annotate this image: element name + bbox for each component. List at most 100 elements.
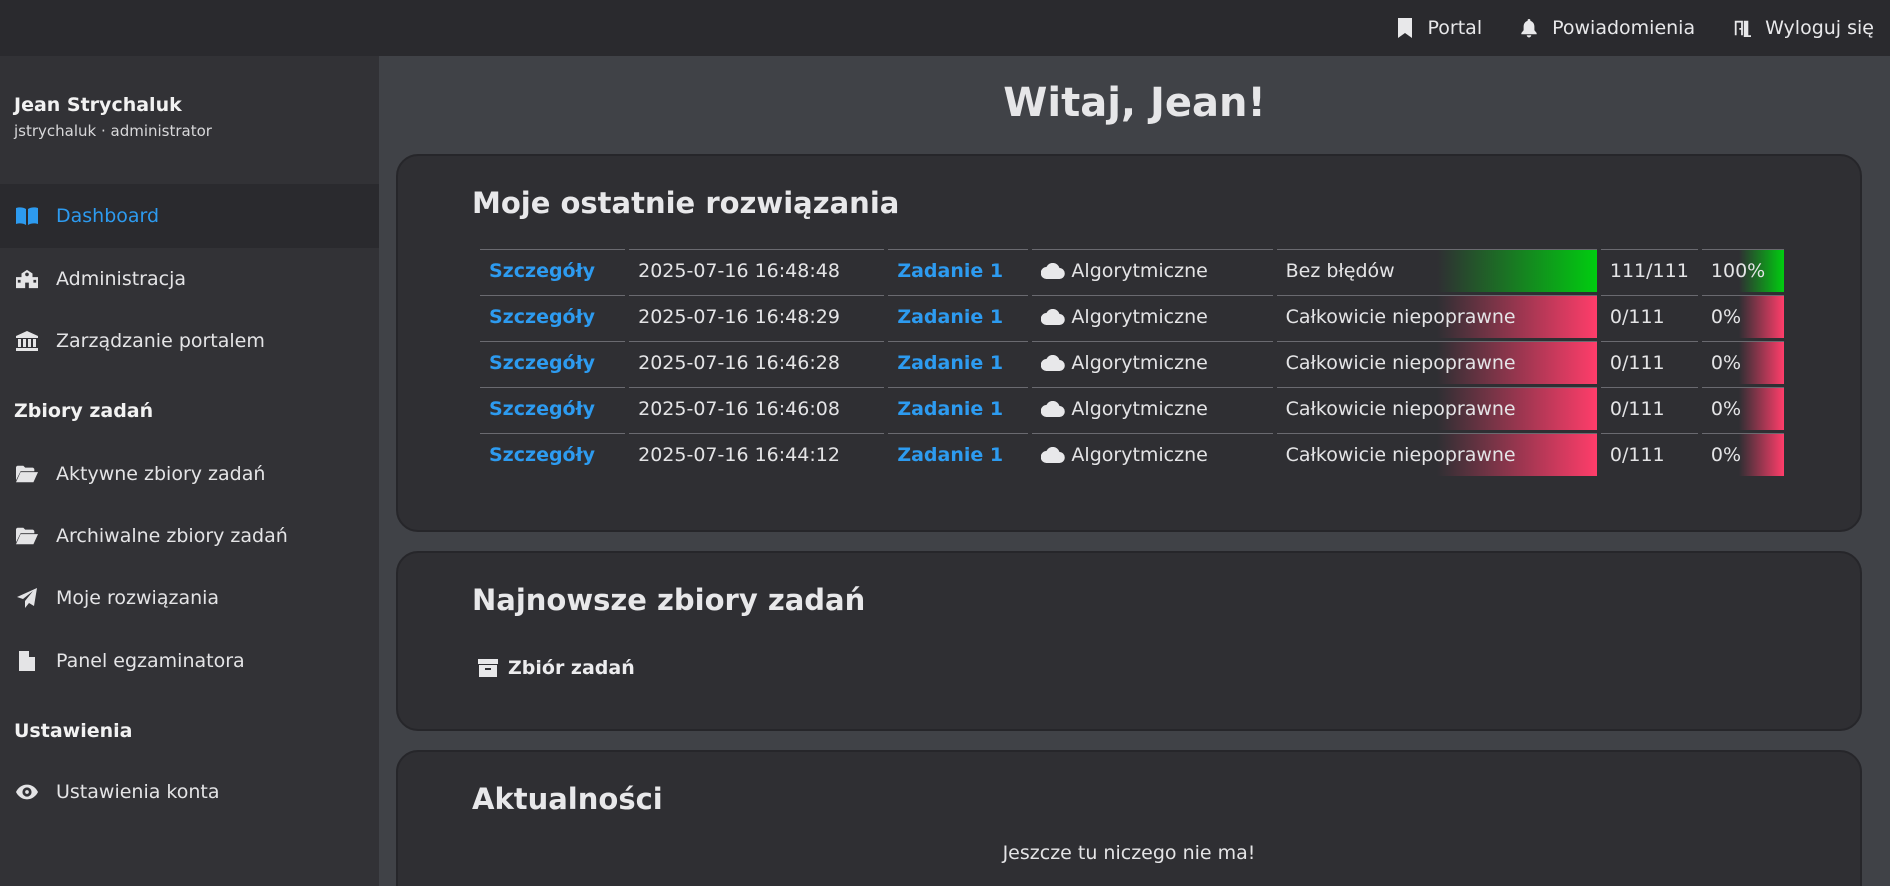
task-type: Algorytmiczne [1032, 433, 1273, 476]
task-link-text: Zadanie 1 [897, 306, 1004, 328]
recent-solutions-title: Moje ostatnie rozwiązania [472, 186, 900, 220]
sidebar-item-ustawienia-konta[interactable]: Ustawienia konta [0, 760, 379, 824]
solution-date-text: 2025-07-16 16:48:29 [638, 306, 840, 328]
logout-link[interactable]: Wyloguj się [1733, 17, 1874, 39]
task-type: Algorytmiczne [1032, 341, 1273, 384]
task-link[interactable]: Zadanie 1 [888, 249, 1029, 292]
result-status-text: Całkowicie niepoprawne [1285, 398, 1516, 420]
task-link[interactable]: Zadanie 1 [888, 387, 1029, 430]
sidebar-item-label: Archiwalne zbiory zadań [56, 525, 288, 547]
solution-date-text: 2025-07-16 16:46:08 [638, 398, 840, 420]
book-open-icon [14, 205, 40, 227]
percent-text: 0% [1710, 398, 1742, 420]
task-type: Algorytmiczne [1032, 387, 1273, 430]
solution-row: Szczegóły 2025-07-16 16:46:28 Zadanie 1 Alg… [480, 341, 1784, 384]
task-link-text: Zadanie 1 [897, 398, 1004, 420]
sidebar-item-archiwalne-zbiory[interactable]: Archiwalne zbiory zadań [0, 504, 379, 568]
task-type-text: Algorytmiczne [1071, 398, 1208, 420]
percent-text: 0% [1710, 444, 1742, 466]
percent: 0% [1701, 341, 1784, 384]
file-icon [14, 650, 40, 672]
top-navbar: Portal Powiadomienia Wyloguj się [0, 0, 1890, 56]
sidebar-item-label: Ustawienia konta [56, 781, 220, 803]
solution-row: Szczegóły 2025-07-16 16:48:48 Zadanie 1 Alg… [480, 249, 1784, 292]
page-title: Witaj, Jean! [1003, 80, 1266, 126]
details-link-text: Szczegóły [489, 260, 596, 282]
details-link-text: Szczegóły [489, 306, 596, 328]
solution-date: 2025-07-16 16:48:48 [629, 249, 885, 292]
percent: 0% [1701, 433, 1784, 476]
newest-sets-title: Najnowsze zbiory zadań [472, 583, 866, 617]
task-link[interactable]: Zadanie 1 [888, 433, 1029, 476]
score-text: 0/111 [1609, 306, 1665, 328]
solution-date-text: 2025-07-16 16:46:28 [638, 352, 840, 374]
sidebar-item-label: Zarządzanie portalem [56, 330, 265, 352]
task-link-text: Zadanie 1 [897, 260, 1004, 282]
recent-solutions-card: Moje ostatnie rozwiązania Szczegóły 2025-… [396, 154, 1862, 532]
news-card: Aktualności Jeszcze tu niczego nie ma! [396, 750, 1862, 886]
school-icon [14, 268, 40, 290]
score-text: 0/111 [1609, 352, 1665, 374]
sidebar-section-heading: Ustawienia [14, 720, 133, 742]
score-text: 0/111 [1609, 444, 1665, 466]
percent-text: 0% [1710, 352, 1742, 374]
details-link-text: Szczegóły [489, 352, 596, 374]
task-type-text: Algorytmiczne [1071, 352, 1208, 374]
score-text: 111/111 [1609, 260, 1689, 282]
details-link[interactable]: Szczegóły [480, 295, 626, 338]
solution-date: 2025-07-16 16:46:28 [629, 341, 885, 384]
details-link[interactable]: Szczegóły [480, 387, 626, 430]
score: 0/111 [1600, 387, 1698, 430]
task-link[interactable]: Zadanie 1 [888, 295, 1029, 338]
result-status-text: Całkowicie niepoprawne [1285, 352, 1516, 374]
solution-date-text: 2025-07-16 16:44:12 [638, 444, 840, 466]
sidebar-item-label: Administracja [56, 268, 187, 290]
result-status: Całkowicie niepoprawne [1276, 341, 1597, 384]
task-set-link[interactable]: Zbiór zadań [478, 657, 635, 679]
result-status: Całkowicie niepoprawne [1276, 387, 1597, 430]
sidebar-item-panel-egzaminatora[interactable]: Panel egzaminatora [0, 629, 379, 693]
solution-date-text: 2025-07-16 16:48:48 [638, 260, 840, 282]
details-link-text: Szczegóły [489, 444, 596, 466]
solutions-table: Szczegóły 2025-07-16 16:48:48 Zadanie 1 Alg… [476, 246, 1788, 479]
portal-link[interactable]: Portal [1396, 17, 1482, 39]
sidebar-item-aktywne-zbiory[interactable]: Aktywne zbiory zadań [0, 442, 379, 506]
newest-sets-card: Najnowsze zbiory zadań Zbiór zadań [396, 551, 1862, 731]
solution-date: 2025-07-16 16:44:12 [629, 433, 885, 476]
task-type: Algorytmiczne [1032, 295, 1273, 338]
task-type-text: Algorytmiczne [1071, 306, 1208, 328]
task-type: Algorytmiczne [1032, 249, 1273, 292]
cloud-icon [1041, 262, 1066, 280]
task-link-text: Zadanie 1 [897, 444, 1004, 466]
result-status-text: Całkowicie niepoprawne [1285, 444, 1516, 466]
sidebar-item-moje-rozwiazania[interactable]: Moje rozwiązania [0, 566, 379, 630]
details-link[interactable]: Szczegóły [480, 433, 626, 476]
percent-text: 100% [1710, 260, 1766, 282]
solution-date: 2025-07-16 16:46:08 [629, 387, 885, 430]
archive-box-icon [478, 659, 498, 677]
sidebar-item-administracja[interactable]: Administracja [0, 247, 379, 311]
sidebar-item-label: Moje rozwiązania [56, 587, 220, 609]
details-link[interactable]: Szczegóły [480, 341, 626, 384]
task-link[interactable]: Zadanie 1 [888, 341, 1029, 384]
notifications-link-label: Powiadomienia [1552, 17, 1696, 39]
solution-row: Szczegóły 2025-07-16 16:46:08 Zadanie 1 Alg… [480, 387, 1784, 430]
sidebar-item-zarzadzanie-portalem[interactable]: Zarządzanie portalem [0, 309, 379, 373]
result-status: Całkowicie niepoprawne [1276, 433, 1597, 476]
score-text: 0/111 [1609, 398, 1665, 420]
details-link-text: Szczegóły [489, 398, 596, 420]
bell-icon [1521, 19, 1537, 38]
news-title: Aktualności [472, 782, 663, 816]
notifications-link[interactable]: Powiadomienia [1520, 17, 1695, 39]
percent: 0% [1701, 387, 1784, 430]
cloud-icon [1041, 354, 1066, 372]
cloud-icon [1041, 446, 1066, 464]
sidebar-item-dashboard[interactable]: Dashboard [0, 184, 379, 248]
folder-open-icon [14, 525, 40, 547]
score: 0/111 [1600, 433, 1698, 476]
bank-icon [14, 330, 40, 352]
score: 0/111 [1600, 295, 1698, 338]
result-status-text: Bez błędów [1285, 260, 1395, 282]
details-link[interactable]: Szczegóły [480, 249, 626, 292]
solution-row: Szczegóły 2025-07-16 16:44:12 Zadanie 1 Alg… [480, 433, 1784, 476]
